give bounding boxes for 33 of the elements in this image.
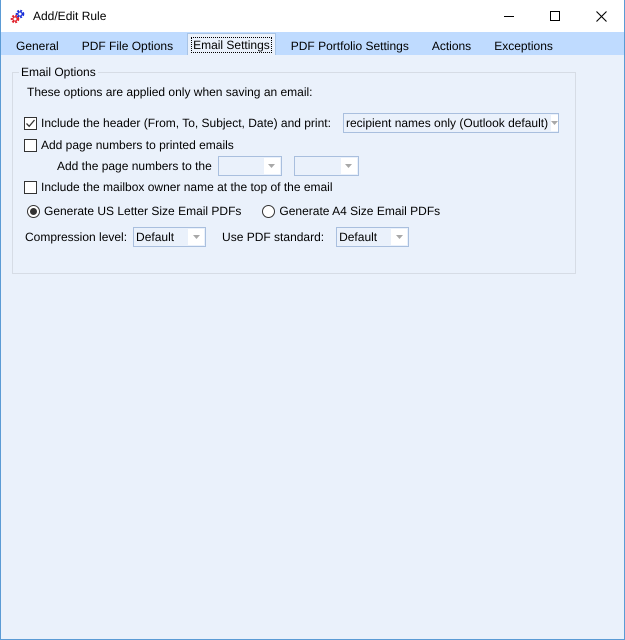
info-text: These options are applied only when saving an email:	[27, 85, 314, 101]
checkbox-label: Add page numbers to printed emails	[41, 138, 234, 152]
tab[interactable]: Exceptions	[483, 35, 562, 55]
tab[interactable]: PDF File Options	[70, 35, 182, 55]
checkbox[interactable]	[24, 138, 37, 152]
checkbox-label: Include the mailbox owner name at the top of the email	[41, 180, 333, 194]
field-label: Use PDF standard:	[222, 230, 324, 244]
close-icon[interactable]	[596, 10, 606, 22]
tab[interactable]: Actions	[420, 35, 480, 55]
compression-dropdown[interactable]: Default	[133, 227, 206, 247]
caret-icon	[192, 235, 200, 239]
gears-icon	[10, 8, 25, 24]
window-title: Add/Edit Rule	[33, 9, 106, 23]
print-dropdown[interactable]: recipient names only (Outlook default)	[343, 113, 559, 133]
caret-icon	[345, 164, 352, 168]
tab[interactable]: PDF Portfolio Settings	[280, 35, 418, 55]
radio-label: Generate US Letter Size Email PDFs	[44, 204, 242, 218]
maximize-icon[interactable]	[550, 11, 560, 21]
pdf-standard-dropdown[interactable]: Default	[336, 227, 410, 247]
radio-button[interactable]	[262, 204, 276, 218]
tab[interactable]: General	[5, 35, 68, 55]
checkbox[interactable]	[24, 116, 37, 130]
group-title: Email Options	[19, 65, 98, 79]
caret-icon	[268, 164, 276, 168]
checkbox[interactable]	[24, 180, 37, 194]
tab[interactable]: Email Settings	[187, 33, 276, 55]
field-label: Add the page numbers to the	[57, 159, 212, 173]
radio-button[interactable]	[27, 204, 40, 218]
radio-label: Generate A4 Size Email PDFs	[279, 204, 440, 218]
checkbox-label: Include the header (From, To, Subject, Date) and print:	[41, 116, 331, 130]
caret-icon	[551, 121, 558, 125]
caret-icon	[396, 235, 403, 239]
field-label: Compression level:	[25, 230, 128, 244]
